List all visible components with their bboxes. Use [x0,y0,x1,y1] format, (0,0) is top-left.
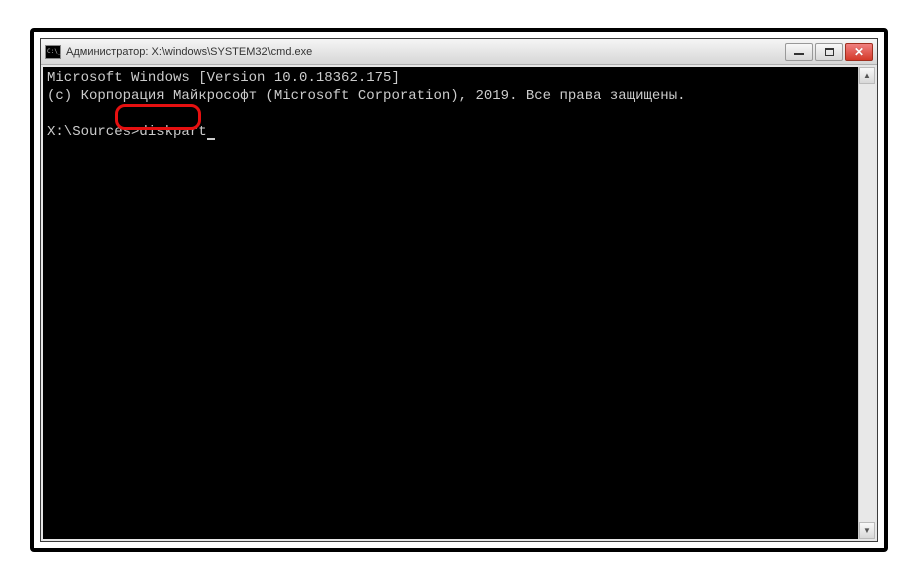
console-area: Microsoft Windows [Version 10.0.18362.17… [41,65,877,541]
vertical-scrollbar[interactable]: ▲ ▼ [858,67,875,539]
maximize-button[interactable] [815,43,843,61]
maximize-icon [825,48,834,56]
titlebar[interactable]: Администратор: X:\windows\SYSTEM32\cmd.e… [41,39,877,65]
window-controls: ✕ [785,43,873,61]
scroll-track[interactable] [859,84,875,522]
minimize-icon [794,53,804,55]
command-text: diskpart [139,124,206,140]
version-line: Microsoft Windows [Version 10.0.18362.17… [47,70,400,86]
cmd-icon [45,45,61,59]
cursor [207,138,215,140]
window-title: Администратор: X:\windows\SYSTEM32\cmd.e… [66,46,785,58]
screenshot-border: Администратор: X:\windows\SYSTEM32\cmd.e… [30,28,888,552]
cmd-window: Администратор: X:\windows\SYSTEM32\cmd.e… [40,38,878,542]
minimize-button[interactable] [785,43,813,61]
copyright-line: (c) Корпорация Майкрософт (Microsoft Cor… [47,88,686,104]
prompt-text: X:\Sources> [47,124,139,140]
close-icon: ✕ [854,46,864,58]
console-output[interactable]: Microsoft Windows [Version 10.0.18362.17… [43,67,858,539]
scroll-up-button[interactable]: ▲ [859,67,875,84]
close-button[interactable]: ✕ [845,43,873,61]
scroll-down-button[interactable]: ▼ [859,522,875,539]
